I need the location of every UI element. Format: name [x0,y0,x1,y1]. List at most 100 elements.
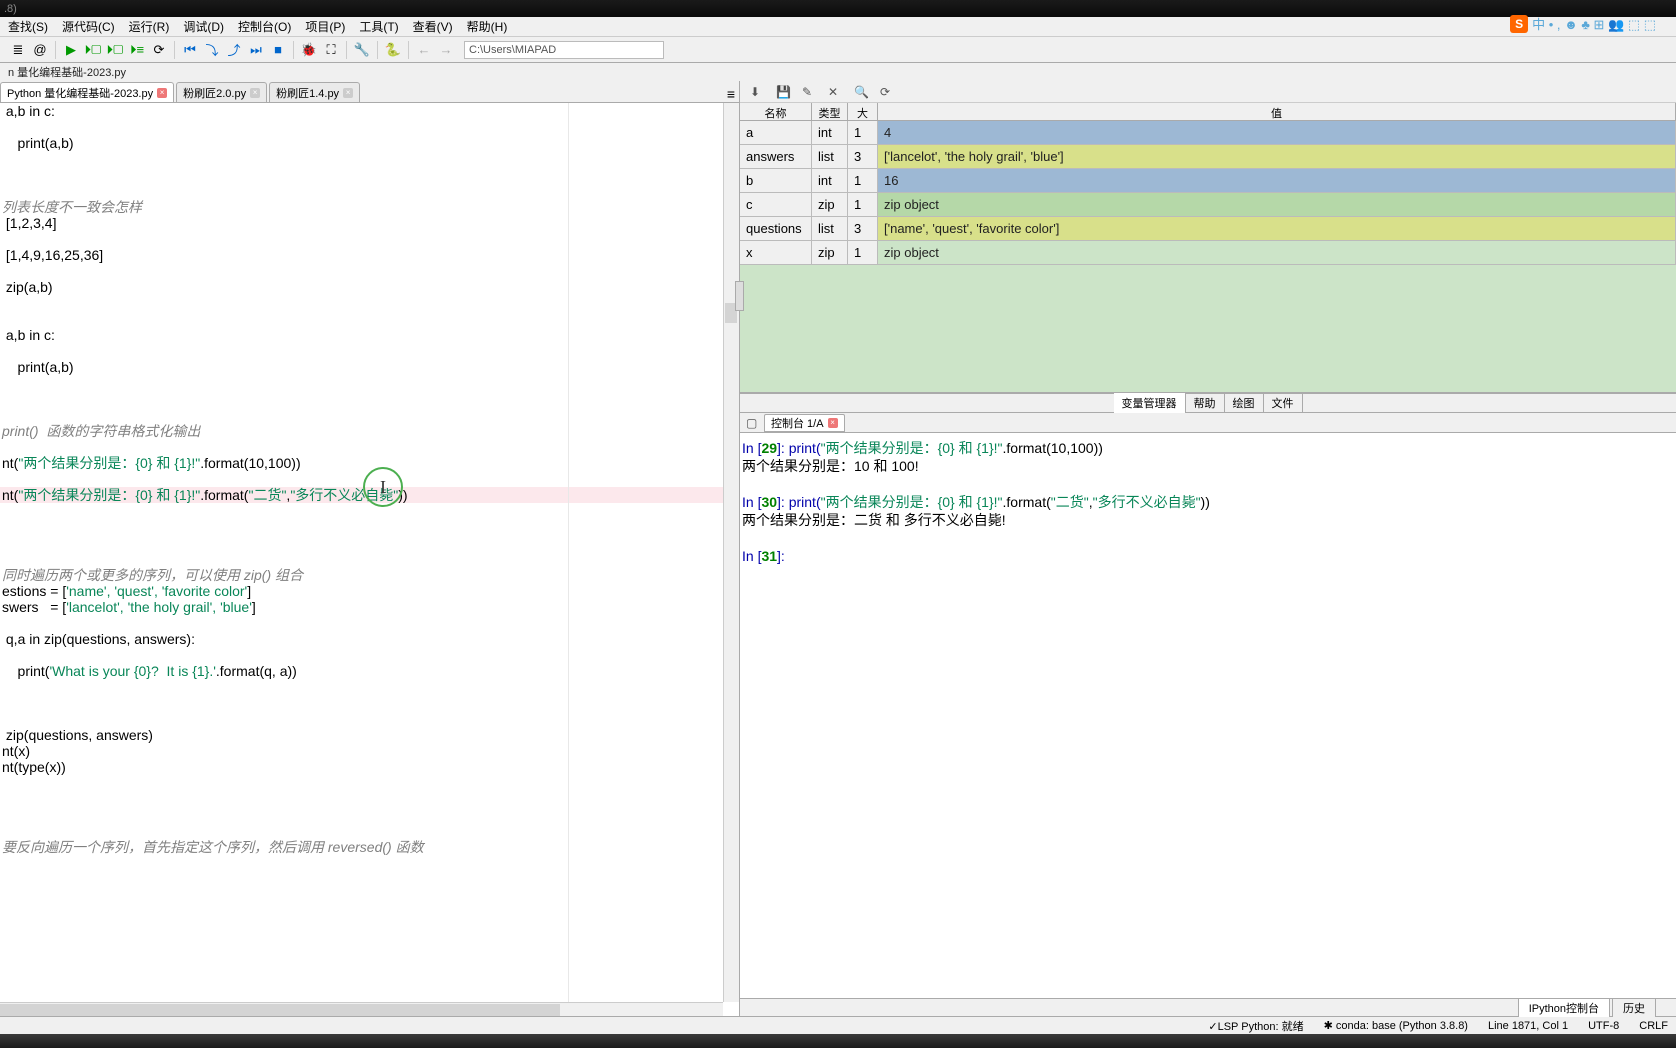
menu-find[interactable]: 查找(S) [8,18,48,35]
table-row[interactable]: questionslist3['name', 'quest', 'favorit… [740,217,1676,241]
step-into-icon[interactable]: ⤵ [202,40,222,60]
wrench-icon[interactable]: 🔧 [352,40,372,60]
close-icon[interactable]: × [343,88,353,98]
var-size: 3 [848,145,878,168]
table-row[interactable]: xzip1zip object [740,241,1676,265]
run-selection-icon[interactable]: ⏵≡ [127,40,147,60]
table-row[interactable]: aint14 [740,121,1676,145]
python-icon[interactable]: 🐍 [383,40,403,60]
tab-label: 粉刷匠1.4.py [276,85,339,101]
back-icon[interactable]: ← [414,40,434,60]
tab-file-2[interactable]: 粉刷匠2.0.py × [176,82,267,102]
var-name: answers [740,145,812,168]
console-icon[interactable]: ▢ [746,416,760,430]
status-line[interactable]: Line 1871, Col 1 [1488,1020,1568,1032]
step-over-icon[interactable]: ⏮ [180,40,200,60]
bottom-tabs: IPython控制台 历史 [740,998,1676,1016]
console-tab[interactable]: 控制台 1/A × [764,414,845,432]
step-out-icon[interactable]: ⤴ [224,40,244,60]
menu-project[interactable]: 项目(P) [305,18,345,35]
status-eol[interactable]: CRLF [1639,1020,1668,1032]
refresh-icon[interactable]: ⟳ [880,85,894,99]
var-size: 1 [848,193,878,216]
var-value: 4 [878,121,1676,144]
status-lsp[interactable]: ✓LSP Python: 就绪 [1208,1018,1303,1034]
toolbar-at-icon[interactable]: @ [30,40,50,60]
tab-history[interactable]: 历史 [1612,998,1656,1017]
close-icon[interactable]: × [250,88,260,98]
var-name: questions [740,217,812,240]
run-cell-icon[interactable]: ⏵▢ [83,40,103,60]
menu-help[interactable]: 帮助(H) [467,18,508,35]
edit-icon[interactable]: ✎ [802,85,816,99]
tab-file-3[interactable]: 粉刷匠1.4.py × [269,82,360,102]
menu-tools[interactable]: 工具(T) [359,18,398,35]
close-icon[interactable]: × [157,88,167,98]
menu-console[interactable]: 控制台(O) [238,18,291,35]
menu-view[interactable]: 查看(V) [413,18,453,35]
scroll-thumb[interactable] [0,1004,560,1016]
horizontal-scrollbar[interactable] [0,1002,723,1016]
fullscreen-icon[interactable]: ⛶ [321,40,341,60]
close-icon[interactable]: × [828,418,838,428]
menu-bar: 查找(S) 源代码(C) 运行(R) 调试(D) 控制台(O) 项目(P) 工具… [0,17,1676,37]
save-icon[interactable]: 💾 [776,85,790,99]
tab-plots[interactable]: 绘图 [1225,393,1264,413]
tab-files[interactable]: 文件 [1264,393,1303,413]
col-size[interactable]: 大小 [848,103,878,120]
debug-icon[interactable]: 🐞 [299,40,319,60]
menu-icon[interactable]: ≡ [727,86,735,102]
code-editor[interactable]: a,b in c: print(a,b) 列表长度不一致会怎样 [1,2,3,4… [0,103,739,1016]
pane-tabs: 变量管理器 帮助 绘图 文件 [740,393,1676,413]
ruler [568,103,569,1016]
run-icon[interactable]: ▶ [61,40,81,60]
table-row[interactable]: czip1zip object [740,193,1676,217]
status-encoding[interactable]: UTF-8 [1588,1020,1619,1032]
console-output: 两个结果分别是：10 和 100! [742,457,1674,475]
input-icons[interactable]: 中 • , ☻ ♣ ⊞ 👥 ⬚ ⬚ [1532,14,1656,33]
ipython-console[interactable]: In [29]: print("两个结果分别是：{0} 和 {1}!".form… [740,433,1676,998]
col-type[interactable]: 类型 [812,103,848,120]
filter-icon[interactable]: ✕ [828,85,842,99]
var-size: 1 [848,241,878,264]
menu-run[interactable]: 运行(R) [129,18,170,35]
taskbar[interactable] [0,1034,1676,1048]
breadcrumb[interactable]: n 量化编程基础-2023.py [0,63,1676,81]
var-name: b [740,169,812,192]
col-name[interactable]: 名称 [740,103,812,120]
var-value: ['name', 'quest', 'favorite color'] [878,217,1676,240]
search-icon[interactable]: 🔍 [854,85,868,99]
table-row[interactable]: answerslist3['lancelot', 'the holy grail… [740,145,1676,169]
var-value: 16 [878,169,1676,192]
var-value: ['lancelot', 'the holy grail', 'blue'] [878,145,1676,168]
cursor-indicator: I [363,467,403,507]
var-type: list [812,217,848,240]
right-pane: ⬇ 💾 ✎ ✕ 🔍 ⟳ 名称 类型 大小 值 aint14answerslist… [740,81,1676,1016]
tab-variable-explorer[interactable]: 变量管理器 [1114,393,1186,413]
col-value[interactable]: 值 [878,103,1676,120]
toolbar-list-icon[interactable]: ≣ [8,40,28,60]
tab-help[interactable]: 帮助 [1186,393,1225,413]
separator [346,41,347,59]
table-row[interactable]: bint116 [740,169,1676,193]
vertical-scrollbar[interactable] [723,103,739,1002]
menu-source[interactable]: 源代码(C) [62,18,115,35]
run-cell-advance-icon[interactable]: ⏵▢ [105,40,125,60]
input-method-indicator: S 中 • , ☻ ♣ ⊞ 👥 ⬚ ⬚ [1510,14,1656,33]
working-dir-input[interactable] [464,41,664,59]
console-output: 两个结果分别是：二货 和 多行不义必自毙! [742,511,1674,529]
var-size: 1 [848,169,878,192]
rerun-icon[interactable]: ⟳ [149,40,169,60]
var-type: list [812,145,848,168]
sogou-icon[interactable]: S [1510,15,1528,33]
status-conda[interactable]: ✱ conda: base (Python 3.8.8) [1324,1019,1468,1032]
menu-debug[interactable]: 调试(D) [183,18,224,35]
stop-icon[interactable]: ■ [268,40,288,60]
title-segment: .8) [4,3,17,15]
splitter-handle[interactable] [735,281,744,311]
import-icon[interactable]: ⬇ [750,85,764,99]
forward-icon[interactable]: → [436,40,456,60]
continue-icon[interactable]: ⏭ [246,40,266,60]
tab-ipython-console[interactable]: IPython控制台 [1518,998,1610,1017]
tab-main-file[interactable]: Python 量化编程基础-2023.py × [0,82,174,102]
